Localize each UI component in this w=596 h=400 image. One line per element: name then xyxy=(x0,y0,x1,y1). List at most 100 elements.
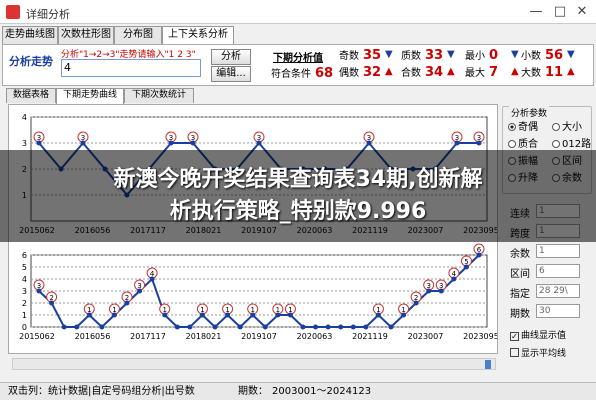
y-tick-label: 5 xyxy=(22,263,27,272)
data-point xyxy=(250,312,256,318)
data-point xyxy=(287,312,293,318)
stat-5: 合数 34 xyxy=(401,64,443,80)
next-value-header: 下期分析值 xyxy=(273,53,323,64)
data-point xyxy=(388,324,394,330)
data-point xyxy=(124,300,130,306)
status-range-label: 期数： xyxy=(238,386,268,397)
y-tick-label: 6 xyxy=(22,251,27,260)
x-tick-label: 2020063 xyxy=(297,332,333,341)
minimize-button[interactable]: — xyxy=(526,3,546,21)
checkbox-icon xyxy=(510,348,519,357)
status-range-value: 2003001～2024123 xyxy=(272,386,372,397)
radio-option-1[interactable]: 大小 xyxy=(552,118,582,133)
data-point xyxy=(190,140,196,146)
radio-option-3[interactable]: 012路 xyxy=(552,135,591,150)
status-left: 双击列：统计数据|自定号码组分析|出号数 xyxy=(8,386,195,397)
stat-label: 合数 xyxy=(401,68,421,79)
scrollbar-thumb[interactable] xyxy=(485,360,491,369)
pattern-input[interactable]: 4 xyxy=(61,59,201,77)
stat-label: 最大 xyxy=(465,68,485,79)
stat-4: 偶数 32 xyxy=(339,64,381,80)
checkbox-1[interactable]: 显示平均线 xyxy=(510,346,566,359)
checkbox-0[interactable]: ✓ 曲线显示值 xyxy=(510,328,566,341)
radio-dot-icon xyxy=(552,123,560,131)
data-point xyxy=(275,312,281,318)
horizontal-scrollbar[interactable] xyxy=(12,358,496,370)
data-point xyxy=(426,288,432,294)
stat-label: 大数 xyxy=(521,68,541,79)
radio-label: 奇偶 xyxy=(518,122,538,133)
data-point xyxy=(451,276,457,282)
stat-label: 偶数 xyxy=(339,68,359,79)
radio-option-0[interactable]: 奇偶 xyxy=(508,118,538,133)
tab-trend-chart[interactable]: 走势曲线图 xyxy=(2,26,58,44)
data-point xyxy=(74,324,80,330)
overlay-line-1: 新澳今晚开奖结果查询表34期,创新解 xyxy=(113,167,483,192)
y-tick-label: 3 xyxy=(22,139,27,148)
tab-next-count[interactable]: 下期次数统计 xyxy=(124,88,194,103)
x-tick-label: 2023007 xyxy=(408,332,444,341)
data-point xyxy=(262,324,268,330)
data-point xyxy=(375,312,381,318)
data-point xyxy=(80,140,86,146)
radio-dot-icon xyxy=(552,140,560,148)
data-point xyxy=(256,140,262,146)
arrow-up-icon: ▲ xyxy=(511,66,519,77)
field-spinner-4[interactable]: 28 29\ xyxy=(536,284,580,298)
match-stat: 符合条件 68 xyxy=(271,65,333,81)
field-spinner-3[interactable]: 6 xyxy=(536,264,580,278)
x-tick-label: 2016056 xyxy=(75,332,111,341)
maximize-button[interactable]: □ xyxy=(550,3,570,21)
field-label-3: 区间 xyxy=(510,269,530,280)
field-label-2: 余数 xyxy=(510,249,530,260)
overlay-banner: 新澳今晚开奖结果查询表34期,创新解 析执行策略_特别款9.996 xyxy=(0,150,596,242)
radio-dot-icon xyxy=(508,140,516,148)
data-point xyxy=(49,300,55,306)
data-point xyxy=(313,324,319,330)
match-label: 符合条件 xyxy=(271,69,311,80)
stat-value: 34 xyxy=(425,65,444,80)
stat-value: 7 xyxy=(489,65,499,80)
data-point xyxy=(363,324,369,330)
radio-label: 012路 xyxy=(562,139,592,150)
arrow-down-icon: ▼ xyxy=(385,49,393,60)
tab-data-table[interactable]: 数据表格 xyxy=(6,88,56,103)
stat-value: 32 xyxy=(363,65,382,80)
data-point xyxy=(199,312,205,318)
arrow-down-icon: ▼ xyxy=(447,49,455,60)
field-label-4: 指定 xyxy=(510,289,530,300)
tab-next-trend[interactable]: 下期走势曲线 xyxy=(56,88,124,104)
data-point xyxy=(111,312,117,318)
data-point xyxy=(137,288,143,294)
tab-distribution[interactable]: 分布图 xyxy=(114,26,162,44)
data-point xyxy=(401,312,407,318)
edit-button[interactable]: 编辑... xyxy=(211,66,251,82)
data-point xyxy=(86,312,92,318)
control-panel: 分析走势 分析"1→2→3"走势请输入"1 2 3" 4 分析 编辑... 下期… xyxy=(2,44,594,86)
y-tick-label: 4 xyxy=(22,275,27,284)
close-button[interactable]: ✕ xyxy=(572,3,592,21)
tab-relation-analysis[interactable]: 上下关系分析 xyxy=(162,26,234,45)
data-point xyxy=(237,324,243,330)
radio-option-2[interactable]: 质合 xyxy=(508,135,538,150)
field-spinner-2[interactable]: 1 xyxy=(536,244,580,258)
stat-label: 最小 xyxy=(465,51,485,62)
analyze-button[interactable]: 分析 xyxy=(211,49,251,65)
arrow-up-icon: ▲ xyxy=(447,66,455,77)
data-point xyxy=(149,276,155,282)
status-bar: 双击列：统计数据|自定号码组分析|出号数 期数： 2003001～2024123 xyxy=(0,382,596,400)
y-tick-label: 3 xyxy=(22,287,27,296)
data-point xyxy=(225,312,231,318)
data-point xyxy=(300,324,306,330)
data-point xyxy=(454,140,460,146)
stat-6: 最大 7 xyxy=(465,64,498,80)
arrow-up-icon: ▲ xyxy=(385,66,393,77)
tab-count-bar[interactable]: 次数柱形图 xyxy=(58,26,114,44)
x-tick-label: 2021119 xyxy=(352,332,388,341)
x-tick-label: 2018021 xyxy=(186,332,222,341)
field-spinner-5[interactable]: 30 xyxy=(536,304,580,318)
x-tick-label: 2015062 xyxy=(19,332,55,341)
data-point xyxy=(350,324,356,330)
stat-3: 小数 56 xyxy=(521,47,563,63)
data-point xyxy=(338,324,344,330)
